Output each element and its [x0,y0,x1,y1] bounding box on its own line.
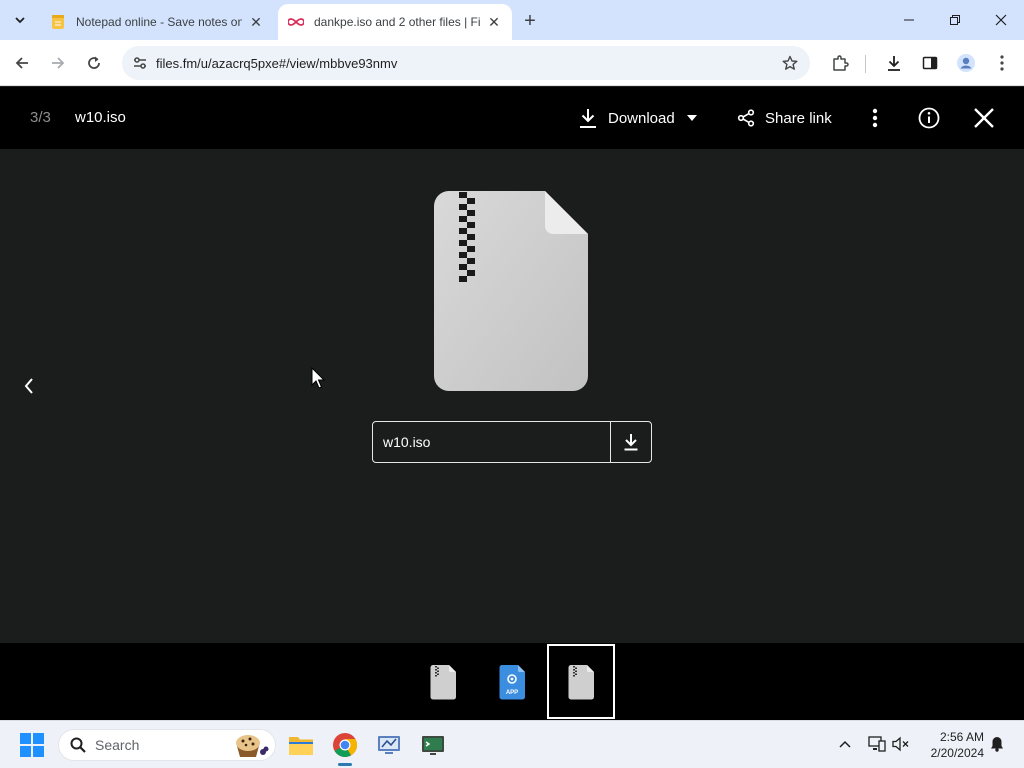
filename-box: w10.iso [372,421,652,463]
chevron-down-icon [15,17,25,24]
side-panel-button[interactable] [916,49,944,77]
info-button[interactable] [915,104,943,132]
filesfm-icon [288,14,304,30]
share-link-button[interactable]: Share link [737,105,832,131]
search-placeholder: Search [95,737,140,753]
close-viewer-button[interactable] [970,104,998,132]
toolbar-separator [865,55,866,73]
taskbar-clock[interactable]: 2:56 AM 2/20/2024 [918,729,984,761]
reload-button[interactable] [80,49,108,77]
thumbnail-app-file[interactable]: APP [478,644,546,719]
close-icon [974,108,994,128]
url-text[interactable]: files.fm/u/azacrq5pxe#/view/mbbve93nmv [156,56,776,71]
show-hidden-icons-button[interactable] [834,733,856,755]
restore-button[interactable] [932,0,978,40]
terminal-app-icon [422,736,444,755]
back-button[interactable] [8,49,36,77]
profile-avatar-icon [957,54,975,72]
close-icon [995,14,1007,26]
caret-down-icon [686,115,697,121]
taskbar-search-box[interactable]: Search [58,729,276,761]
address-bar[interactable]: files.fm/u/azacrq5pxe#/view/mbbve93nmv [122,46,810,80]
side-panel-icon [922,56,938,70]
puzzle-icon [833,55,849,71]
download-icon [888,56,900,71]
extensions-button[interactable] [826,49,854,77]
more-vertical-icon [872,108,878,128]
thumbnail-archive-selected[interactable] [547,644,615,719]
archive-file-icon [430,664,456,699]
minimize-button[interactable] [886,0,932,40]
chrome-icon [333,733,358,758]
share-icon [737,109,755,127]
thumbnail-strip: APP [0,643,1024,720]
arrow-right-icon [52,57,65,69]
search-highlight-muffin-icon [227,731,271,759]
profile-button[interactable] [952,49,980,77]
minimize-icon [904,19,914,21]
app-label: APP [506,690,518,696]
taskbar-app-green[interactable] [417,729,449,761]
share-link-label: Share link [765,109,832,127]
taskbar-chrome[interactable] [329,729,361,766]
file-counter: 3/3 [30,109,51,126]
chevron-left-icon [24,378,33,394]
chevron-up-icon [839,740,851,748]
reload-icon [88,56,100,69]
mouse-cursor-icon [311,367,325,389]
app-file-icon: APP [499,664,525,699]
archive-file-icon [568,664,594,699]
search-icon [69,736,87,754]
monitor-app-icon [378,736,400,754]
forward-button[interactable] [44,49,72,77]
site-info-icon[interactable] [126,49,154,77]
file-download-button[interactable] [610,422,651,462]
tab-filesfm[interactable]: dankpe.iso and 2 other files | Fil ✕ [278,4,512,40]
filename-text: w10.iso [383,434,431,450]
info-icon [918,107,940,129]
close-window-button[interactable] [978,0,1024,40]
previous-file-button[interactable] [14,371,44,401]
volume-muted-icon[interactable] [890,733,912,755]
new-tab-button[interactable]: + [518,9,542,33]
viewer-header: 3/3 w10.iso Download Share link [0,87,1024,149]
clock-time: 2:56 AM [939,730,984,744]
browser-toolbar: files.fm/u/azacrq5pxe#/view/mbbve93nmv [0,40,1024,86]
more-vertical-icon [1000,55,1004,71]
notepad-icon [50,14,66,30]
clock-date: 2/20/2024 [930,746,984,760]
browser-menu-button[interactable] [988,49,1016,77]
windows-taskbar: Search 2:56 AM 2/20/2024 [0,720,1024,768]
taskbar-remote-desktop[interactable] [373,729,405,761]
tab-title: Notepad online - Save notes on [76,15,242,29]
tab-close-icon[interactable]: ✕ [248,14,264,30]
download-icon [580,109,596,128]
thumbnail-archive-1[interactable] [409,644,477,719]
restore-icon [950,15,960,25]
browser-tab-strip: Notepad online - Save notes on ✕ dankpe.… [0,0,1024,40]
archive-file-icon [434,191,588,391]
tab-notepad[interactable]: Notepad online - Save notes on ✕ [40,4,274,40]
arrow-left-icon [15,57,28,69]
viewer-filename: w10.iso [75,109,126,126]
folder-icon [289,737,313,755]
more-options-button[interactable] [861,104,889,132]
bookmark-star-icon[interactable] [776,49,804,77]
windows-start-icon[interactable] [20,733,44,757]
download-label: Download [608,109,675,127]
download-button[interactable]: Download [578,105,697,131]
downloads-button[interactable] [880,49,908,77]
file-preview-area: w10.iso [0,149,1024,643]
tab-title: dankpe.iso and 2 other files | Fil [314,15,480,29]
network-icon[interactable] [866,733,888,755]
tab-search-button[interactable] [8,8,32,32]
taskbar-file-explorer[interactable] [285,729,317,761]
tab-close-icon[interactable]: ✕ [486,14,502,30]
notification-bell-icon[interactable] [986,733,1008,755]
download-icon [624,434,638,451]
